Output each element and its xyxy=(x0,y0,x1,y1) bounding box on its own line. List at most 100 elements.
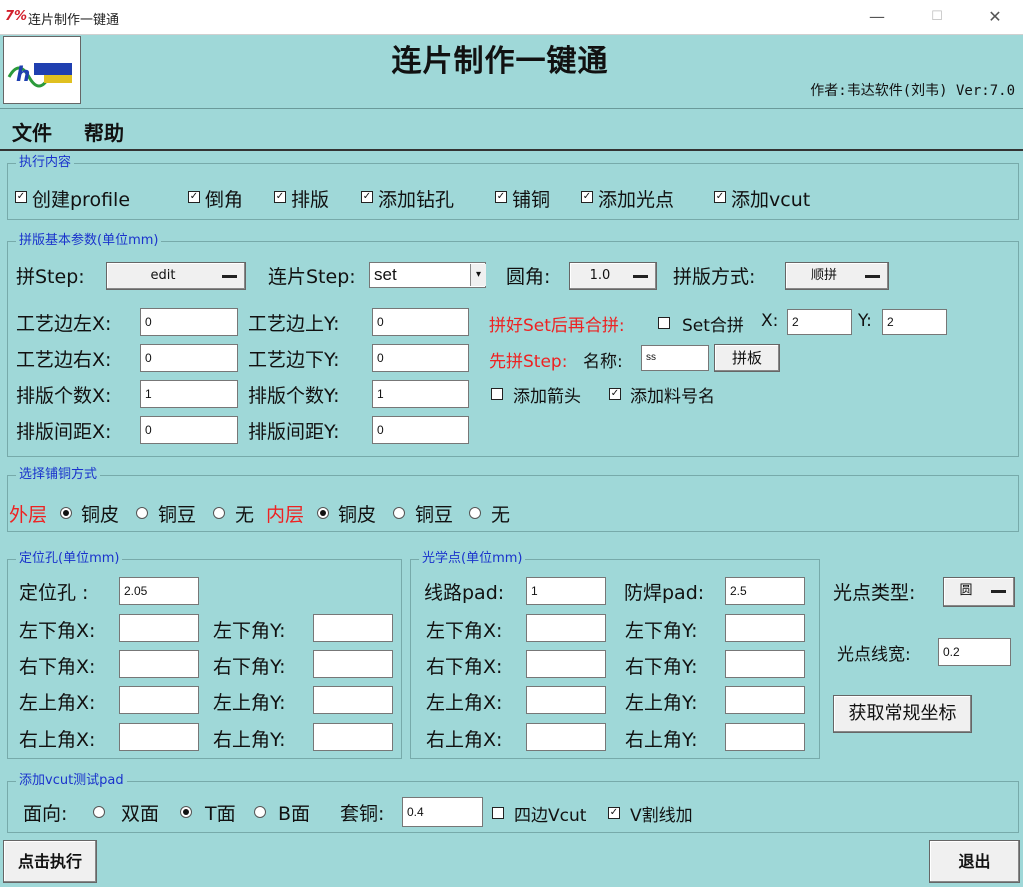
up-y-input[interactable]: 0 xyxy=(372,308,469,336)
vcut-label: 添加vcut xyxy=(731,189,811,211)
hole-rt-y-input[interactable] xyxy=(313,723,393,751)
fid-rb-x-input[interactable] xyxy=(526,650,606,678)
checkbox-vcut[interactable]: ✓ xyxy=(714,191,726,203)
outer-skin-radio[interactable] xyxy=(60,507,72,519)
face-b-radio[interactable] xyxy=(254,806,266,818)
fid-lt-y-input[interactable] xyxy=(725,686,805,714)
drill-label: 添加钻孔 xyxy=(378,189,455,211)
fid-rb-y-input[interactable] xyxy=(725,650,805,678)
close-icon[interactable]: ✕ xyxy=(975,4,1015,30)
inner-skin-radio[interactable] xyxy=(317,507,329,519)
fid-lt-x-input[interactable] xyxy=(526,686,606,714)
outer-none-radio[interactable] xyxy=(213,507,225,519)
gap-y-input[interactable]: 0 xyxy=(372,416,469,444)
inner-bean-radio[interactable] xyxy=(393,507,405,519)
fid-type-select[interactable]: 圆 xyxy=(943,577,1015,607)
get-coords-button[interactable]: 获取常规坐标 xyxy=(833,695,972,733)
checkbox-profile[interactable]: ✓ xyxy=(15,191,27,203)
minimize-icon[interactable]: — xyxy=(857,4,897,30)
pin-step-label: 拼Step: xyxy=(16,266,85,288)
fid-rt-x-input[interactable] xyxy=(526,723,606,751)
hole-lt-y-input[interactable] xyxy=(313,686,393,714)
pinban-button[interactable]: 拼板 xyxy=(714,344,780,372)
menu-help[interactable]: 帮助 xyxy=(84,117,124,146)
left-x-input[interactable]: 0 xyxy=(140,308,238,336)
hole-lt-y-label: 左上角Y: xyxy=(213,692,286,714)
chevron-down-icon[interactable]: ▾ xyxy=(470,264,486,286)
fid-lb-y-input[interactable] xyxy=(725,614,805,642)
mode-select[interactable]: 顺拼 xyxy=(785,262,889,290)
fid-rt-x-label: 右上角X: xyxy=(426,729,503,751)
checkbox-panelize[interactable]: ✓ xyxy=(274,191,286,203)
outer-bean-radio[interactable] xyxy=(136,507,148,519)
checkbox-set-merge[interactable] xyxy=(658,317,670,329)
app-title: 连片制作一键通 xyxy=(391,44,609,79)
author-version: 作者:韦达软件(刘韦) Ver:7.0 xyxy=(810,83,1015,99)
copper-section: 选择铺铜方式 外层 铜皮 铜豆 无 内层 铜皮 铜豆 无 xyxy=(7,467,1019,532)
fid-rt-y-input[interactable] xyxy=(725,723,805,751)
menu-file[interactable]: 文件 xyxy=(12,117,52,146)
gap-y-label: 排版间距Y: xyxy=(248,421,340,443)
pad-input[interactable]: 1 xyxy=(526,577,606,605)
hole-lb-y-input[interactable] xyxy=(313,614,393,642)
merge-x-input[interactable]: 2 xyxy=(787,309,852,335)
checkbox-arrow[interactable] xyxy=(491,388,503,400)
checkbox-chamfer[interactable]: ✓ xyxy=(188,191,200,203)
corner-label: 圆角: xyxy=(506,266,551,288)
face-double-label: 双面 xyxy=(121,803,160,825)
pin-step-select[interactable]: edit xyxy=(106,262,246,290)
left-x-label: 工艺边左X: xyxy=(16,313,112,335)
gap-x-label: 排版间距X: xyxy=(16,421,112,443)
fid-width-input[interactable]: 0.2 xyxy=(938,638,1011,666)
checkbox-drill[interactable]: ✓ xyxy=(361,191,373,203)
fid-lb-x-label: 左下角X: xyxy=(426,620,503,642)
outer-bean-label: 铜豆 xyxy=(158,504,197,526)
checkbox-partname[interactable]: ✓ xyxy=(609,388,621,400)
hole-lb-x-label: 左下角X: xyxy=(19,620,96,642)
vcut-section: 添加vcut测试pad 面向: 双面 T面 B面 套铜: 0.4 四边Vcut … xyxy=(7,773,1019,833)
corner-select[interactable]: 1.0 xyxy=(569,262,657,290)
checkbox-four-edge[interactable] xyxy=(492,807,504,819)
hole-rt-y-label: 右上角Y: xyxy=(213,729,286,751)
run-button[interactable]: 点击执行 xyxy=(3,840,97,883)
face-t-radio[interactable] xyxy=(180,806,192,818)
partname-label: 添加料号名 xyxy=(630,387,715,407)
hole-rb-x-input[interactable] xyxy=(119,650,199,678)
lian-step-combo[interactable]: set xyxy=(369,262,486,288)
hole-rb-y-label: 右下角Y: xyxy=(213,656,286,678)
fid-lt-y-label: 左上角Y: xyxy=(625,692,698,714)
four-edge-label: 四边Vcut xyxy=(514,806,587,826)
merge-y-input[interactable]: 2 xyxy=(882,309,947,335)
face-double-radio[interactable] xyxy=(93,806,105,818)
window-title: 连片制作一键通 xyxy=(28,13,120,28)
mask-input[interactable]: 2.5 xyxy=(725,577,805,605)
copper-section-title: 选择铺铜方式 xyxy=(16,467,101,483)
vcut-copper-input[interactable]: 0.4 xyxy=(402,797,483,827)
holes-section-title: 定位孔(单位mm) xyxy=(16,551,123,567)
checkbox-fiducial[interactable]: ✓ xyxy=(581,191,593,203)
hole-input[interactable]: 2.05 xyxy=(119,577,199,605)
fid-lb-x-input[interactable] xyxy=(526,614,606,642)
holes-section: 定位孔(单位mm) 定位孔 : 2.05 左下角X: 左下角Y: 右下角X: 右… xyxy=(7,551,402,759)
fid-rb-y-label: 右下角Y: xyxy=(625,656,698,678)
exit-button[interactable]: 退出 xyxy=(929,840,1020,883)
checkbox-copper[interactable]: ✓ xyxy=(495,191,507,203)
outer-skin-label: 铜皮 xyxy=(81,504,120,526)
pad-label: 线路pad: xyxy=(424,582,505,604)
down-y-input[interactable]: 0 xyxy=(372,344,469,372)
count-x-input[interactable]: 1 xyxy=(140,380,238,408)
panel-section-title: 拼版基本参数(单位mm) xyxy=(16,233,162,249)
right-x-label: 工艺边右X: xyxy=(16,349,112,371)
hole-rt-x-input[interactable] xyxy=(119,723,199,751)
hole-rb-y-input[interactable] xyxy=(313,650,393,678)
name-input[interactable]: ss xyxy=(641,345,709,371)
count-y-input[interactable]: 1 xyxy=(372,380,469,408)
right-x-input[interactable]: 0 xyxy=(140,344,238,372)
inner-none-radio[interactable] xyxy=(469,507,481,519)
hole-lb-x-input[interactable] xyxy=(119,614,199,642)
gap-x-input[interactable]: 0 xyxy=(140,416,238,444)
hole-lt-x-input[interactable] xyxy=(119,686,199,714)
inner-skin-label: 铜皮 xyxy=(338,504,377,526)
maximize-icon[interactable]: ☐ xyxy=(917,4,957,30)
checkbox-v-line[interactable]: ✓ xyxy=(608,807,620,819)
